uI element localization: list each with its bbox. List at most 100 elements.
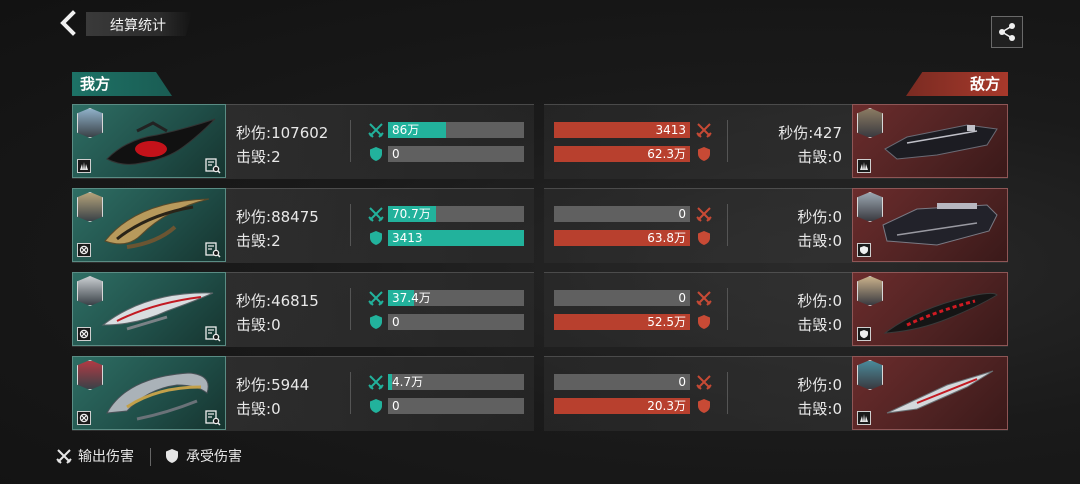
enemy-taken-bar: 52.5万 [554,314,690,330]
ally-taken-bar: 3413 [388,230,524,246]
legend-dealt: 输出伤害 [56,446,134,466]
captain-avatar [77,108,103,138]
enemy-taken-value: 63.8万 [647,231,686,245]
crossed-swords-icon [368,206,384,222]
enemy-ship-card[interactable] [852,272,1008,346]
legend-taken-label: 承受伤害 [186,449,242,465]
ally-dealt-bar: 37.4万 [388,290,524,306]
captain-avatar [77,360,103,390]
enemy-kills: 击毁:0 [797,316,842,334]
legend-dealt-label: 输出伤害 [78,449,134,465]
enemy-taken-bar: 20.3万 [554,398,690,414]
captain-avatar [857,360,883,390]
crossed-swords-icon [696,374,712,390]
ally-ship-card[interactable] [72,104,226,178]
crossed-swords-icon [696,290,712,306]
ally-dealt-value: 86万 [392,123,420,137]
ally-kills: 击毁:0 [236,316,281,334]
share-icon [999,23,1015,41]
top-bar: 结算统计 [0,0,1080,48]
captain-avatar [77,276,103,306]
legend-taken: 承受伤害 [164,446,242,466]
ally-dealt-bar: 4.7万 [388,374,524,390]
ally-ship-card[interactable] [72,272,226,346]
enemy-ship-card[interactable] [852,188,1008,262]
enemy-ship-card[interactable] [852,104,1008,178]
ally-team-banner: 我方 [72,72,172,96]
ally-taken-bar: 0 [388,146,524,162]
crosshair-icon [77,243,91,257]
ally-ship-card[interactable] [72,356,226,430]
ally-taken-value: 0 [392,315,400,329]
enemy-dps: 秒伤:0 [797,208,842,226]
enemy-taken-value: 62.3万 [647,147,686,161]
enemy-dps: 秒伤:0 [797,292,842,310]
battle-row: 秒伤:107602 击毁:2 86万 0 3413 62.3万 秒伤:427 击毁:0 [72,104,1008,179]
enemy-kills: 击毁:0 [797,148,842,166]
shield-badge-icon [857,327,871,341]
shield-badge-icon [857,243,871,257]
enemy-dealt-value: 3413 [655,123,686,137]
enemy-taken-value: 20.3万 [647,399,686,413]
triple-spike-icon [857,159,871,173]
enemy-ship-card[interactable] [852,356,1008,430]
crossed-swords-icon [696,206,712,222]
inspect-icon[interactable] [205,242,221,258]
ally-taken-bar: 0 [388,398,524,414]
crossed-swords-icon [368,122,384,138]
enemy-divider [727,372,728,414]
shield-icon [696,230,712,246]
captain-avatar [857,108,883,138]
ally-divider [350,204,351,246]
inspect-icon[interactable] [205,410,221,426]
enemy-team-banner: 敌方 [906,72,1008,96]
crossed-swords-icon [56,449,72,464]
ally-dealt-bar: 86万 [388,122,524,138]
inspect-icon[interactable] [205,158,221,174]
ally-taken-bar: 0 [388,314,524,330]
ally-dps: 秒伤:46815 [236,292,319,310]
battle-row: 秒伤:46815 击毁:0 37.4万 0 0 52.5万 秒伤:0 击毁:0 [72,272,1008,347]
ally-divider [350,288,351,330]
ally-dealt-value: 70.7万 [392,207,431,221]
inspect-icon[interactable] [205,326,221,342]
battle-row: 秒伤:5944 击毁:0 4.7万 0 0 20.3万 秒伤:0 击毁:0 [72,356,1008,431]
ally-dps: 秒伤:5944 [236,376,310,394]
enemy-dps: 秒伤:0 [797,376,842,394]
shield-icon [368,314,384,330]
share-button[interactable] [991,16,1023,48]
enemy-divider [727,288,728,330]
ally-kills: 击毁:0 [236,400,281,418]
ally-dps: 秒伤:107602 [236,124,329,142]
ally-dealt-value: 4.7万 [392,375,424,389]
ally-dealt-bar: 70.7万 [388,206,524,222]
shield-icon [696,146,712,162]
shield-icon [696,314,712,330]
captain-avatar [77,192,103,222]
ally-divider [350,120,351,162]
crosshair-icon [77,411,91,425]
page-title: 结算统计 [110,18,166,34]
captain-avatar [857,192,883,222]
enemy-taken-value: 52.5万 [647,315,686,329]
ally-taken-value: 0 [392,147,400,161]
ally-dps: 秒伤:88475 [236,208,319,226]
ally-divider [350,372,351,414]
enemy-dealt-value: 0 [678,291,686,305]
ally-taken-value: 3413 [392,231,423,245]
enemy-dealt-bar: 0 [554,290,690,306]
crosshair-icon [77,327,91,341]
enemy-dealt-bar: 0 [554,374,690,390]
back-button[interactable] [58,10,80,36]
enemy-divider [727,204,728,246]
enemy-kills: 击毁:0 [797,232,842,250]
ally-ship-card[interactable] [72,188,226,262]
battle-row: 秒伤:88475 击毁:2 70.7万 3413 0 63.8万 秒伤:0 击毁:0 [72,188,1008,263]
shield-icon [368,398,384,414]
enemy-dealt-bar: 3413 [554,122,690,138]
shield-icon [368,146,384,162]
captain-avatar [857,276,883,306]
crossed-swords-icon [368,290,384,306]
enemy-taken-bar: 63.8万 [554,230,690,246]
enemy-taken-bar: 62.3万 [554,146,690,162]
